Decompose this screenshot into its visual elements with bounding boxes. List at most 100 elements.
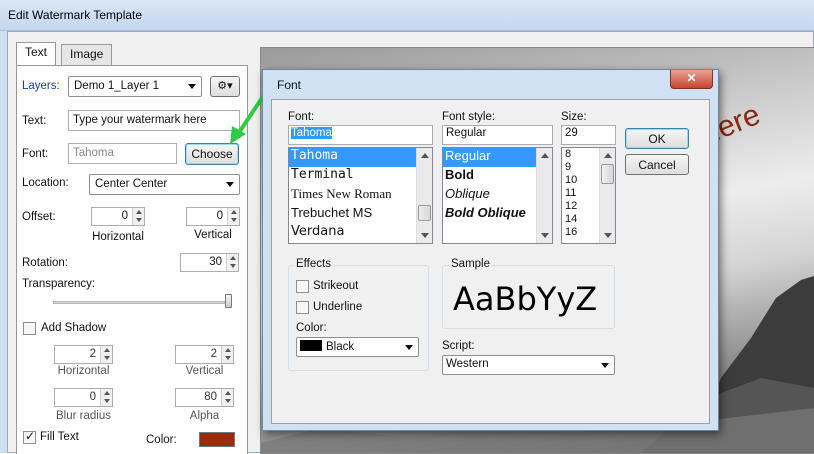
font-field: Tahoma [68, 143, 177, 164]
font-color-dropdown[interactable]: Black [296, 337, 419, 357]
list-item[interactable]: Verdana [289, 224, 432, 243]
offset-label: Offset: [22, 211, 56, 223]
list-item[interactable]: Times New Roman [289, 186, 432, 205]
layers-value: Demo 1_Layer 1 [74, 80, 160, 92]
chevron-down-icon [226, 182, 234, 187]
transparency-slider-track[interactable] [53, 301, 231, 304]
offset-horizontal-spinner[interactable]: 0 [91, 207, 145, 226]
font-style-label: Font style: [442, 111, 496, 123]
fill-color-label: Color: [146, 434, 177, 446]
blur-radius-spinner[interactable]: 0 [54, 388, 113, 407]
spinner-arrows-icon[interactable] [221, 389, 233, 406]
font-name-list[interactable]: Tahoma Terminal Times New Roman Trebuche… [288, 147, 433, 244]
location-label: Location: [22, 177, 69, 189]
font-list-scrollbar[interactable] [416, 148, 432, 243]
scroll-down-icon[interactable] [541, 233, 549, 238]
script-dropdown[interactable]: Western [442, 355, 615, 375]
gear-icon: ⚙ [217, 79, 228, 92]
watermark-text-input[interactable]: Type your watermark here [68, 110, 240, 131]
spinner-arrows-icon[interactable] [226, 254, 238, 271]
fill-text-label: Fill Text [40, 431, 79, 443]
rotation-label: Rotation: [22, 257, 69, 269]
sample-text: AaBbYyZ [453, 280, 598, 318]
alpha-spinner[interactable]: 80 [175, 388, 234, 407]
font-label: Font: [22, 148, 49, 160]
offset-horizontal-value: 0 [121, 210, 128, 222]
scroll-down-icon[interactable] [421, 233, 429, 238]
scroll-thumb[interactable] [418, 205, 431, 221]
window-title: Edit Watermark Template [8, 8, 143, 22]
underline-label: Underline [313, 301, 363, 313]
style-list-scrollbar[interactable] [536, 148, 552, 243]
shadow-vertical-value: 2 [210, 348, 217, 360]
shadow-horizontal-value: 2 [89, 348, 96, 360]
list-item[interactable]: Terminal [289, 167, 432, 186]
strikeout-label: Strikeout [313, 280, 359, 292]
list-item[interactable]: Trebuchet MS [289, 205, 432, 224]
spinner-arrows-icon[interactable] [132, 208, 144, 225]
ok-button[interactable]: OK [625, 128, 689, 149]
location-value: Center Center [95, 178, 168, 190]
color-swatch [300, 340, 322, 351]
font-style-list[interactable]: Regular Bold Oblique Bold Oblique [442, 147, 553, 244]
offset-vertical-label: Vertical [194, 229, 232, 241]
alpha-value: 80 [204, 391, 217, 403]
font-dialog-title: Font [277, 78, 302, 92]
fill-text-checkbox[interactable] [23, 429, 36, 444]
location-dropdown[interactable]: Center Center [89, 174, 240, 195]
scroll-down-icon[interactable] [604, 233, 612, 238]
effects-color-label: Color: [296, 322, 327, 334]
spinner-arrows-icon[interactable] [227, 208, 239, 225]
title-bar[interactable]: Edit Watermark Template [0, 0, 814, 31]
font-size-label: Size: [561, 111, 587, 123]
shadow-vertical-spinner[interactable]: 2 [175, 345, 234, 364]
add-shadow-checkbox[interactable] [23, 322, 36, 335]
blur-radius-value: 0 [89, 391, 96, 403]
font-dialog: Font ✕ Font: Tahoma Tahoma Terminal Time… [262, 69, 719, 431]
layers-dropdown[interactable]: Demo 1_Layer 1 [68, 76, 202, 97]
effects-label: Effects [294, 258, 333, 270]
scroll-up-icon[interactable] [541, 153, 549, 158]
shadow-horizontal-spinner[interactable]: 2 [54, 345, 113, 364]
font-size-input[interactable]: 29 [561, 125, 616, 145]
font-size-list[interactable]: 8 9 10 11 12 14 16 [561, 147, 616, 244]
font-dialog-body: Font: Tahoma Tahoma Terminal Times New R… [271, 99, 710, 424]
transparency-slider-thumb[interactable] [225, 294, 232, 308]
font-name-value: Tahoma [291, 127, 332, 139]
chevron-down-icon [601, 363, 609, 368]
font-style-input[interactable]: Regular [442, 125, 553, 145]
font-name-label: Font: [288, 111, 315, 123]
layers-label: Layers: [22, 80, 60, 92]
list-item[interactable]: Tahoma [289, 148, 432, 167]
fill-color-swatch[interactable] [199, 432, 235, 447]
scroll-up-icon[interactable] [604, 153, 612, 158]
spinner-arrows-icon[interactable] [100, 389, 112, 406]
sample-label: Sample [449, 258, 492, 270]
script-label: Script: [442, 340, 475, 352]
offset-vertical-value: 0 [216, 210, 223, 222]
shadow-vertical-label: Vertical [185, 365, 224, 377]
underline-checkbox[interactable] [296, 301, 309, 314]
rotation-spinner[interactable]: 30 [180, 253, 239, 272]
cancel-button[interactable]: Cancel [625, 154, 689, 175]
spinner-arrows-icon[interactable] [221, 346, 233, 363]
add-shadow-label: Add Shadow [41, 322, 107, 334]
blur-radius-label: Blur radius [56, 410, 111, 422]
transparency-label: Transparency: [22, 278, 96, 290]
tab-image-label: Image [70, 47, 104, 61]
strikeout-checkbox[interactable] [296, 280, 309, 293]
tab-text[interactable]: Text [16, 42, 57, 65]
spinner-arrows-icon[interactable] [100, 346, 112, 363]
tab-image[interactable]: Image [61, 44, 113, 65]
scroll-thumb[interactable] [601, 164, 614, 184]
text-label: Text: [22, 115, 47, 127]
font-name-input[interactable]: Tahoma [288, 125, 433, 145]
close-icon[interactable]: ✕ [670, 70, 713, 89]
tab-text-label: Text [25, 45, 48, 59]
alpha-label: Alpha [189, 410, 220, 422]
scroll-up-icon[interactable] [421, 153, 429, 158]
offset-vertical-spinner[interactable]: 0 [186, 207, 240, 226]
font-color-value: Black [326, 341, 355, 353]
size-list-scrollbar[interactable] [599, 148, 615, 243]
chevron-down-icon [188, 84, 196, 89]
